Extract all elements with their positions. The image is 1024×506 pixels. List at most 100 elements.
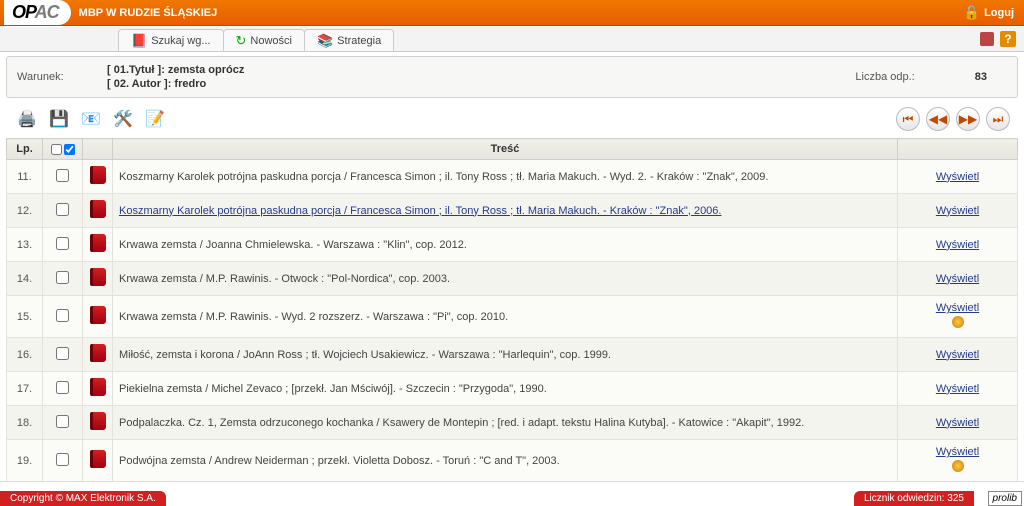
condition-label: Warunek: [17,71,107,83]
results-table: Lp. Treść 11.Koszmarny Karolek potrójna … [6,138,1018,482]
table-row: 20. Prawo, nie zemsta : wspomnienia / Szy… [7,482,1018,483]
th-content: Treść [113,139,898,160]
record-title: Koszmarny Karolek potrójna paskudna porc… [119,171,768,183]
book-icon [90,450,106,468]
th-type [83,139,113,160]
cell-lp: 19. [7,440,43,482]
audio-icon[interactable] [952,460,964,472]
logo-text-main: OP [12,2,35,22]
email-icon[interactable]: 📧 [78,106,104,132]
tools-icon[interactable]: 🛠️ [110,106,136,132]
row-checkbox[interactable] [56,415,69,428]
cell-content: Krwawa zemsta / Joanna Chmielewska. - Wa… [113,228,898,262]
row-checkbox[interactable] [56,381,69,394]
result-count-label: Liczba odp.: [855,71,914,83]
book-icon [90,306,106,324]
row-checkbox[interactable] [56,237,69,250]
cell-lp: 18. [7,406,43,440]
condition-bar: Warunek: [ 01.Tytuł ]: zemsta oprócz [ 0… [6,56,1018,98]
toolbar-misc-icon[interactable] [980,32,994,46]
row-checkbox[interactable] [56,203,69,216]
tab-search[interactable]: 📕Szukaj wg... [118,29,224,51]
table-row: 12. Koszmarny Karolek potrójna paskudna p… [7,194,1018,228]
action-row: 🖨️ 💾 📧 🛠️ 📝 ⏮ ◀◀ ▶▶ ⏭ [6,100,1018,138]
footer-brand[interactable]: prolib [988,491,1022,506]
pager: ⏮ ◀◀ ▶▶ ⏭ [896,107,1010,131]
book-icon [90,268,106,286]
lock-open-icon [964,5,980,21]
cell-content: Krwawa zemsta / M.P. Rawinis. - Otwock :… [113,262,898,296]
help-icon[interactable] [1000,31,1016,47]
cell-lp: 17. [7,372,43,406]
tab-news[interactable]: ↻Nowości [223,29,305,51]
footer: Copyright © MAX Elektronik S.A. Licznik … [0,488,1024,506]
tab-strategy[interactable]: 📚Strategia [304,29,394,51]
book-icon [90,344,106,362]
record-title: Krwawa zemsta / M.P. Rawinis. - Otwock :… [119,273,450,285]
row-checkbox[interactable] [56,309,69,322]
show-link[interactable]: Wyświetl [936,273,979,285]
show-link[interactable]: Wyświetl [936,171,979,183]
select-all-checkbox[interactable] [51,144,62,155]
book-icon [90,166,106,184]
edit-icon[interactable]: 📝 [142,106,168,132]
show-link[interactable]: Wyświetl [936,349,979,361]
show-link[interactable]: Wyświetl [936,205,979,217]
table-row: 18. Podpalaczka. Cz. 1, Zemsta odrzuconeg… [7,406,1018,440]
app-header: OPAC MBP W RUDZIE ŚLĄSKIEJ Loguj [0,0,1024,26]
cell-lp: 20. [7,482,43,483]
row-checkbox[interactable] [56,169,69,182]
pager-next-icon[interactable]: ▶▶ [956,107,980,131]
record-title: Krwawa zemsta / M.P. Rawinis. - Wyd. 2 r… [119,311,508,323]
book-icon [90,378,106,396]
cell-lp: 16. [7,338,43,372]
cell-content: Podpalaczka. Cz. 1, Zemsta odrzuconego k… [113,406,898,440]
result-count: 83 [975,71,987,83]
book-icon [90,234,106,252]
pager-last-icon[interactable]: ⏭ [986,107,1010,131]
logo-text-grey: AC [35,2,59,22]
show-link[interactable]: Wyświetl [936,383,979,395]
row-checkbox[interactable] [56,271,69,284]
select-all-checkbox-2[interactable] [64,144,75,155]
cell-content: Krwawa zemsta / M.P. Rawinis. - Wyd. 2 r… [113,296,898,338]
books-icon: 📚 [317,33,333,49]
row-checkbox[interactable] [56,453,69,466]
library-title: MBP W RUDZIE ŚLĄSKIEJ [79,7,964,19]
footer-counter: Licznik odwiedzin: 325 [854,491,974,506]
cell-lp: 12. [7,194,43,228]
main-toolbar: 📕Szukaj wg... ↻Nowości 📚Strategia [0,26,1024,52]
cell-content: Piekielna zemsta / Michel Zevaco ; [prze… [113,372,898,406]
table-row: 13.Krwawa zemsta / Joanna Chmielewska. -… [7,228,1018,262]
search-book-icon: 📕 [131,33,147,49]
th-checkbox [43,139,83,160]
book-icon [90,200,106,218]
table-row: 17. Piekielna zemsta / Michel Zevaco ; [p… [7,372,1018,406]
table-row: 11.Koszmarny Karolek potrójna paskudna p… [7,160,1018,194]
pager-prev-icon[interactable]: ◀◀ [926,107,950,131]
show-link[interactable]: Wyświetl [936,239,979,251]
logo[interactable]: OPAC [4,0,71,25]
show-link[interactable]: Wyświetl [936,302,979,314]
th-action [898,139,1018,160]
cell-lp: 14. [7,262,43,296]
table-row: 15. Krwawa zemsta / M.P. Rawinis. - Wyd. … [7,296,1018,338]
cell-content: Koszmarny Karolek potrójna paskudna porc… [113,194,898,228]
cell-lp: 15. [7,296,43,338]
record-title: Podpalaczka. Cz. 1, Zemsta odrzuconego k… [119,417,804,429]
login-button[interactable]: Loguj [984,7,1014,19]
save-icon[interactable]: 💾 [46,106,72,132]
row-checkbox[interactable] [56,347,69,360]
pager-first-icon[interactable]: ⏮ [896,107,920,131]
th-lp: Lp. [7,139,43,160]
show-link[interactable]: Wyświetl [936,417,979,429]
cell-content: Prawo, nie zemsta : wspomnienia / Szymon… [113,482,898,483]
cell-content: Podwójna zemsta / Andrew Neiderman ; prz… [113,440,898,482]
record-title: Krwawa zemsta / Joanna Chmielewska. - Wa… [119,239,467,251]
audio-icon[interactable] [952,316,964,328]
record-title: Podwójna zemsta / Andrew Neiderman ; prz… [119,455,560,467]
record-title-link[interactable]: Koszmarny Karolek potrójna paskudna porc… [119,205,721,217]
show-link[interactable]: Wyświetl [936,446,979,458]
refresh-icon: ↻ [236,33,247,49]
print-icon[interactable]: 🖨️ [14,106,40,132]
